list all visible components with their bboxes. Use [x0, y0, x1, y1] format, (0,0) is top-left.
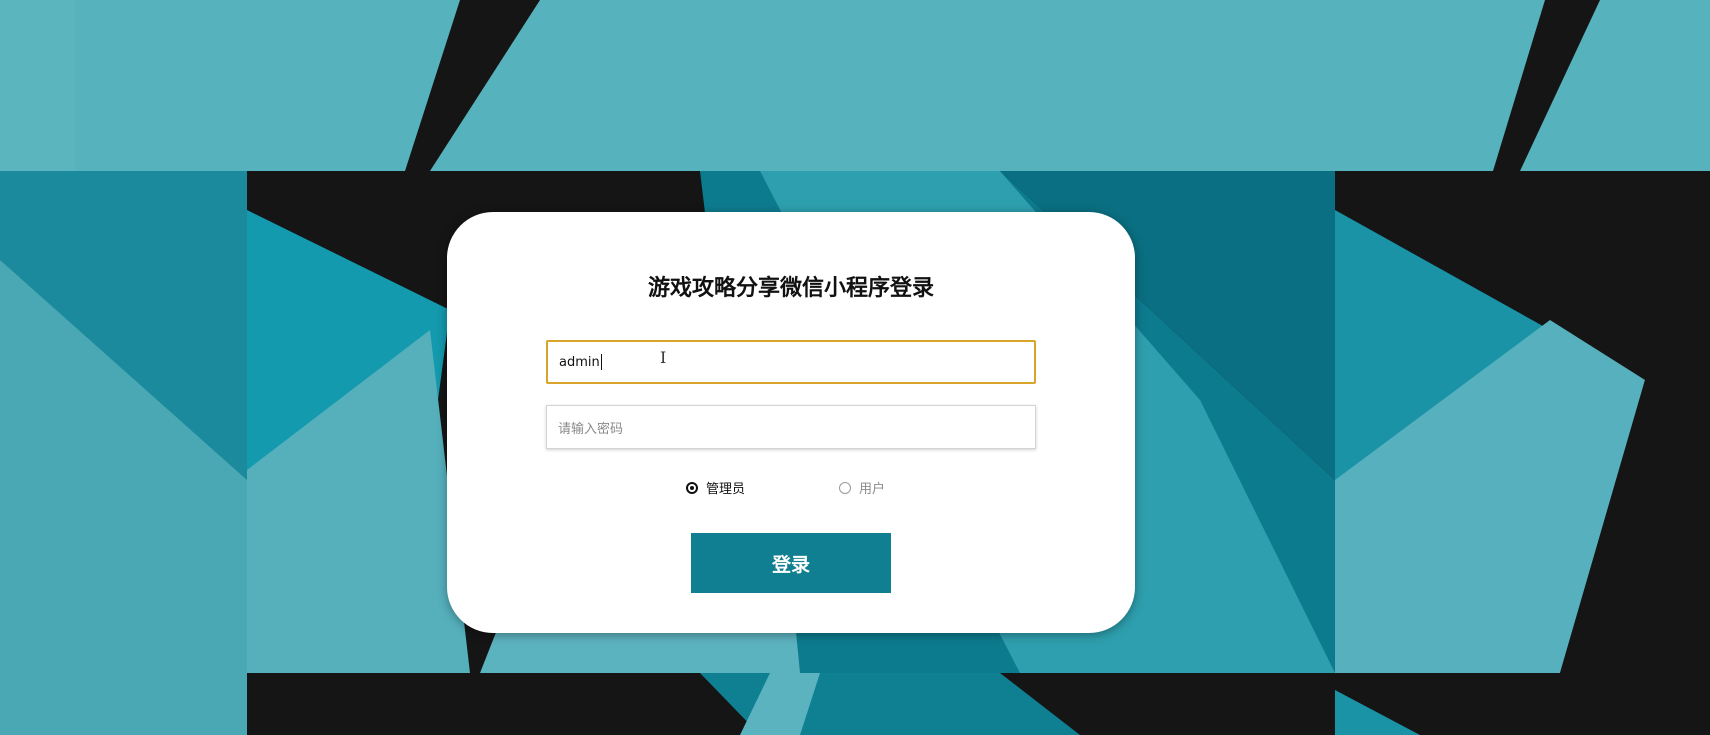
username-value: admin	[559, 354, 600, 370]
password-input[interactable]: 请输入密码	[546, 405, 1036, 449]
text-caret	[600, 354, 602, 370]
radio-user[interactable]: 用户	[839, 478, 885, 497]
radio-checked-icon[interactable]	[686, 481, 698, 494]
password-placeholder: 请输入密码	[558, 421, 624, 437]
page-title: 游戏攻略分享微信小程序登录	[647, 276, 934, 301]
role-radio-group: 管理员 用户	[447, 478, 1135, 498]
radio-user-label: 用户	[859, 482, 886, 497]
username-input[interactable]: admin I	[546, 340, 1036, 384]
text-cursor-icon: I	[660, 348, 667, 367]
login-button[interactable]: 登录	[691, 533, 891, 593]
radio-unchecked-icon[interactable]	[839, 481, 851, 494]
login-card: 游戏攻略分享微信小程序登录 admin I 请输入密码 管理员 用户 登录	[447, 212, 1135, 633]
radio-admin-label: 管理员	[706, 482, 746, 497]
radio-admin[interactable]: 管理员	[686, 478, 745, 497]
